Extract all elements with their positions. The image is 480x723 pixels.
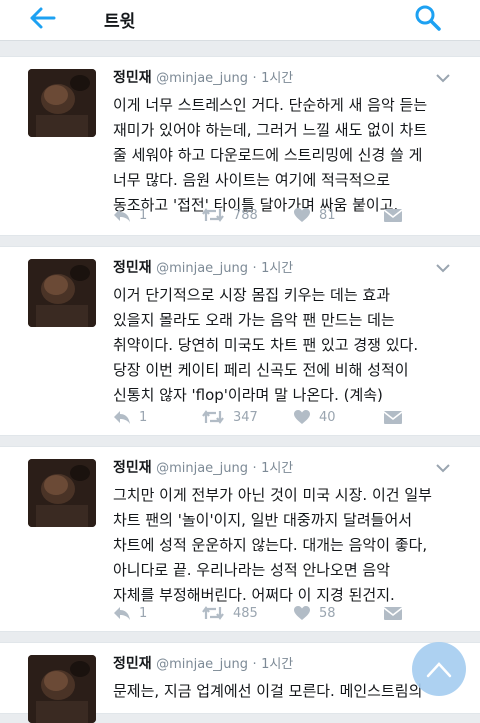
- reply-count: 1: [139, 605, 148, 621]
- like-count: 81: [319, 207, 336, 223]
- user-handle[interactable]: @minjae_jung: [156, 261, 248, 276]
- like-button[interactable]: 58: [293, 603, 336, 623]
- avatar[interactable]: [28, 655, 96, 723]
- tweet-feed: 정민재 @minjae_jung · 1시간 이게 너무 스트레스인 거다. 단…: [0, 41, 480, 723]
- envelope-icon: [383, 411, 403, 424]
- timestamp[interactable]: 1시간: [261, 71, 293, 86]
- user-handle[interactable]: @minjae_jung: [156, 657, 248, 672]
- tweet-header: 정민재 @minjae_jung · 1시간: [113, 457, 293, 477]
- heart-icon: [294, 208, 310, 222]
- like-button[interactable]: 81: [293, 205, 336, 225]
- separator-dot: ·: [252, 261, 257, 276]
- like-count: 40: [319, 409, 336, 425]
- back-arrow-icon[interactable]: [28, 6, 56, 30]
- display-name[interactable]: 정민재: [113, 656, 152, 672]
- retweet-button[interactable]: 485: [201, 603, 258, 623]
- separator-dot: ·: [252, 71, 257, 86]
- tweet-text: 이거 단기적으로 시장 몸집 키우는 데는 효과 있을지 몰라도 오래 가는 음…: [113, 286, 419, 404]
- tweet-actions: 1 347 40: [113, 407, 413, 427]
- retweet-button[interactable]: 788: [201, 205, 258, 225]
- reply-icon: [114, 209, 130, 222]
- chevron-down-icon[interactable]: [436, 263, 450, 273]
- search-icon[interactable]: [414, 4, 442, 32]
- retweet-count: 485: [233, 605, 258, 621]
- display-name[interactable]: 정민재: [113, 460, 152, 476]
- reply-button[interactable]: 1: [113, 603, 147, 623]
- tweet-header: 정민재 @minjae_jung · 1시간: [113, 653, 293, 673]
- reply-button[interactable]: 1: [113, 205, 147, 225]
- scroll-to-top-button[interactable]: [412, 642, 466, 696]
- retweet-button[interactable]: 347: [201, 407, 258, 427]
- reply-count: 1: [139, 409, 148, 425]
- tweet-actions: 1 485 58: [113, 603, 413, 623]
- retweet-icon: [202, 410, 224, 424]
- timestamp[interactable]: 1시간: [261, 657, 293, 672]
- envelope-icon: [383, 607, 403, 620]
- separator-dot: ·: [252, 461, 257, 476]
- user-handle[interactable]: @minjae_jung: [156, 71, 248, 86]
- user-handle[interactable]: @minjae_jung: [156, 461, 248, 476]
- avatar[interactable]: [28, 459, 96, 527]
- display-name[interactable]: 정민재: [113, 260, 152, 276]
- reply-button[interactable]: 1: [113, 407, 147, 427]
- like-button[interactable]: 40: [293, 407, 336, 427]
- tweet-text: 이게 너무 스트레스인 거다. 단순하게 새 음악 듣는 재미가 있어야 하는데…: [113, 96, 428, 214]
- chevron-down-icon[interactable]: [436, 73, 450, 83]
- direct-message-button[interactable]: [383, 407, 403, 427]
- reply-icon: [114, 607, 130, 620]
- separator-dot: ·: [252, 657, 257, 672]
- reply-count: 1: [139, 207, 148, 223]
- heart-icon: [294, 410, 310, 424]
- tweet[interactable]: 정민재 @minjae_jung · 1시간 그치만 이게 전부가 아닌 것이 …: [0, 446, 480, 632]
- tweet[interactable]: 정민재 @minjae_jung · 1시간 문제는, 지금 업계에선 이걸 모…: [0, 642, 480, 723]
- tweet[interactable]: 정민재 @minjae_jung · 1시간 이게 너무 스트레스인 거다. 단…: [0, 56, 480, 236]
- heart-icon: [294, 606, 310, 620]
- reply-icon: [114, 411, 130, 424]
- like-count: 58: [319, 605, 336, 621]
- retweet-icon: [202, 606, 224, 620]
- chevron-up-icon: [426, 662, 452, 678]
- tweet-actions: 1 788 81: [113, 205, 413, 225]
- timestamp[interactable]: 1시간: [261, 461, 293, 476]
- envelope-icon: [383, 209, 403, 222]
- tweet-header: 정민재 @minjae_jung · 1시간: [113, 257, 293, 277]
- timestamp[interactable]: 1시간: [261, 261, 293, 276]
- tweet-header: 정민재 @minjae_jung · 1시간: [113, 67, 293, 87]
- tweet-text: 그치만 이게 전부가 아닌 것이 미국 시장. 이건 일부 차트 팬의 '놀이'…: [113, 486, 432, 604]
- tweet[interactable]: 정민재 @minjae_jung · 1시간 이거 단기적으로 시장 몸집 키우…: [0, 246, 480, 436]
- retweet-count: 347: [233, 409, 258, 425]
- display-name[interactable]: 정민재: [113, 70, 152, 86]
- direct-message-button[interactable]: [383, 205, 403, 225]
- retweet-count: 788: [233, 207, 258, 223]
- page-title: 트윗: [104, 12, 136, 32]
- chevron-down-icon[interactable]: [436, 463, 450, 473]
- avatar[interactable]: [28, 69, 96, 137]
- retweet-icon: [202, 208, 224, 222]
- direct-message-button[interactable]: [383, 603, 403, 623]
- avatar[interactable]: [28, 259, 96, 327]
- top-bar: 트윗: [0, 0, 480, 41]
